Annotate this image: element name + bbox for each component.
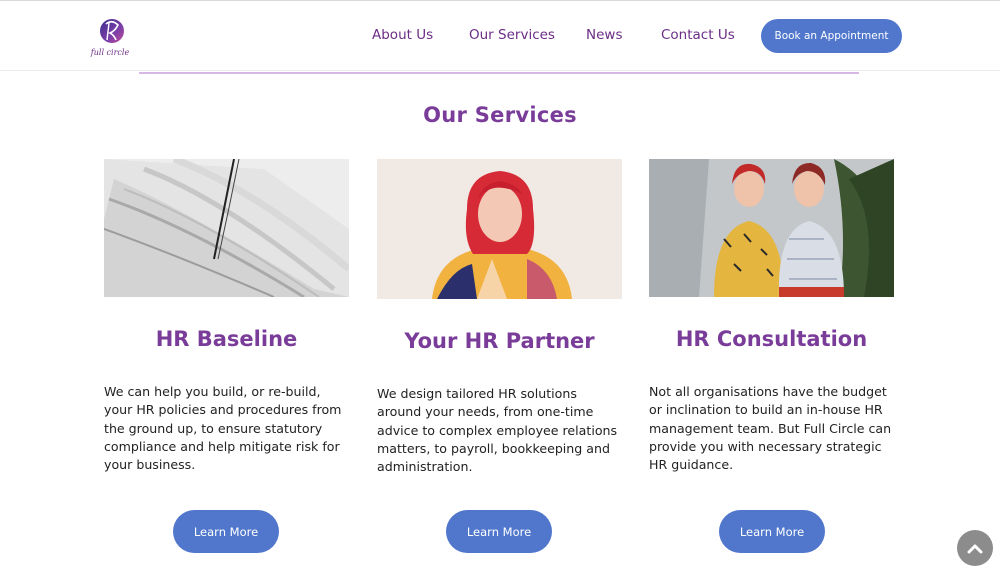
svg-text:full circle: full circle (90, 48, 130, 57)
nav-our-services[interactable]: Our Services (469, 27, 555, 43)
nav-about-us[interactable]: About Us (372, 27, 433, 43)
hr-consultation-image (649, 159, 894, 297)
book-appointment-button[interactable]: Book an Appointment (761, 19, 902, 53)
card-title-hr-baseline: HR Baseline (155, 327, 298, 351)
site-header: full circle About Us Our Services News C… (0, 1, 1000, 71)
section-divider (139, 72, 859, 74)
card-title-hr-consultation: HR Consultation (675, 327, 868, 351)
learn-more-button-your-hr-partner[interactable]: Learn More (446, 510, 552, 553)
card-title-your-hr-partner: Your HR Partner (404, 329, 595, 353)
card-text-your-hr-partner: We design tailored HR solutions around y… (377, 386, 618, 475)
site-logo[interactable]: full circle (88, 15, 132, 59)
hr-partner-image (377, 159, 622, 299)
chevron-up-icon (967, 539, 983, 558)
learn-more-button-hr-consultation[interactable]: Learn More (719, 510, 825, 553)
learn-more-button-hr-baseline[interactable]: Learn More (173, 510, 279, 553)
card-text-hr-baseline: We can help you build, or re-build, your… (104, 384, 342, 473)
nav-contact-us[interactable]: Contact Us (661, 27, 735, 43)
nav-news[interactable]: News (586, 27, 622, 43)
card-text-hr-consultation: Not all organisations have the budget or… (649, 384, 892, 473)
scroll-to-top-button[interactable] (957, 530, 993, 566)
hr-baseline-image (104, 159, 349, 297)
section-title: Our Services (423, 103, 577, 127)
